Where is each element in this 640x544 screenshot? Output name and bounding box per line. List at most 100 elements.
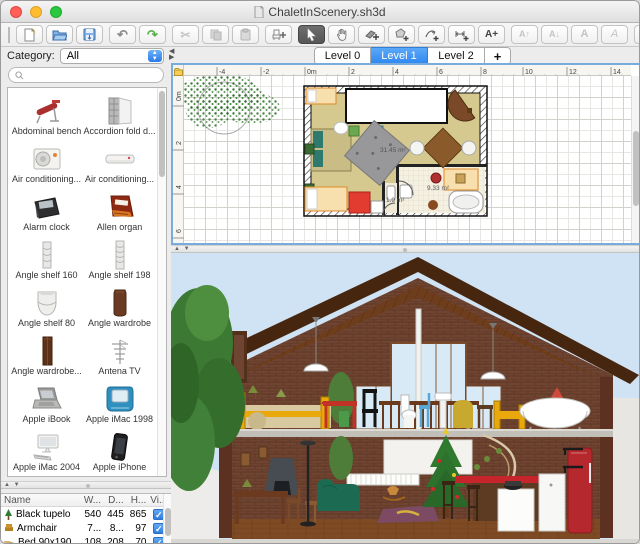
armchair-icon: [4, 523, 14, 533]
add-text-tool-button[interactable]: A+: [478, 25, 505, 44]
air-conditioner-indoor-icon: [103, 140, 137, 174]
zoom-in-button[interactable]: [634, 25, 640, 44]
open-plan-button[interactable]: [46, 25, 73, 44]
home-furniture-table[interactable]: Name W... D... H... Vi... Black tupelo 5…: [1, 493, 171, 543]
wc-area-label: 1.9 m²: [386, 197, 405, 204]
catalog-list[interactable]: Abdominal bench Accordion fold d... Air …: [7, 87, 167, 477]
catalog-item-angle-shelf-160[interactable]: Angle shelf 160: [10, 234, 83, 282]
svg-text:6: 6: [176, 229, 183, 233]
add-furniture-button[interactable]: [265, 25, 292, 44]
catalog-item-apple-ibook[interactable]: Apple iBook: [10, 378, 83, 426]
catalog-item-angle-wardrobe[interactable]: Angle wardrobe: [83, 282, 156, 330]
catalog-item-apple-imac-2004[interactable]: Apple iMac 2004: [10, 426, 83, 474]
svg-text:0m: 0m: [176, 91, 183, 101]
table-row[interactable]: Bed 90x190 108 208 70 ✓: [1, 535, 171, 544]
title-bar[interactable]: ChaletInScenery.sh3d: [1, 1, 639, 23]
angle-shelf-198-icon: [103, 236, 137, 270]
svg-text:2: 2: [351, 69, 355, 76]
main-toolbar: ↶ ↷ ✂ A+ A↑ A↓ A A: [1, 23, 639, 47]
svg-text:4: 4: [395, 69, 399, 76]
catalog-item-apple-imac-1998[interactable]: Apple iMac 1998: [83, 378, 156, 426]
splitter-arrows-icon[interactable]: ▲ ▼: [174, 246, 191, 252]
cut-button[interactable]: ✂: [172, 25, 199, 44]
antena-tv-icon: [103, 332, 137, 366]
col-name[interactable]: Name: [4, 495, 78, 506]
decrease-text-size-button[interactable]: A↓: [541, 25, 568, 44]
col-height[interactable]: H...: [124, 495, 147, 506]
room-area-label: 31.45 m²: [380, 147, 406, 154]
accordion-fold-door-icon: [103, 92, 137, 126]
bold-button[interactable]: A: [571, 25, 598, 44]
redo-button[interactable]: ↷: [139, 25, 166, 44]
select-tool-button[interactable]: [298, 25, 325, 44]
copy-button[interactable]: [202, 25, 229, 44]
search-icon: [15, 71, 24, 80]
svg-text:4: 4: [176, 185, 183, 189]
pan-tool-button[interactable]: [328, 25, 355, 44]
catalog-item-apple-iphone[interactable]: Apple iPhone: [83, 426, 156, 474]
undo-button[interactable]: ↶: [109, 25, 136, 44]
view-3d[interactable]: [171, 253, 639, 543]
catalog-item-angle-wardrobe-2[interactable]: Angle wardrobe...: [10, 330, 83, 378]
tree-icon: [4, 509, 13, 520]
plan-scrollbar[interactable]: [631, 76, 639, 243]
svg-text:0m: 0m: [307, 69, 317, 76]
catalog-item-air-conditioning-outdoor[interactable]: Air conditioning...: [10, 138, 83, 186]
plan-room[interactable]: 31.45 m² 9.33 m² 1.9 m²: [304, 86, 487, 216]
increase-text-size-button[interactable]: A↑: [511, 25, 538, 44]
catalog-item-allen-organ[interactable]: Allen organ: [83, 186, 156, 234]
plan-view[interactable]: -4-2 0m2 46 810 1214 0m 2 4 6: [171, 63, 640, 245]
catalog-scrollbar[interactable]: [157, 88, 166, 476]
plan-scrollbar-thumb[interactable]: [633, 131, 639, 206]
svg-text:12: 12: [569, 69, 577, 76]
create-rooms-tool-button[interactable]: [388, 25, 415, 44]
table-header[interactable]: Name W... D... H... Vi...: [1, 494, 171, 507]
ground-right: [611, 398, 640, 544]
catalog-item-abdominal-bench[interactable]: Abdominal bench: [10, 90, 83, 138]
catalog-scrollbar-thumb[interactable]: [159, 91, 165, 177]
angle-shelf-80-icon: [30, 284, 64, 318]
catalog-table-splitter[interactable]: ▲ ▼: [1, 481, 171, 489]
catalog-search-field[interactable]: [8, 67, 164, 83]
col-depth[interactable]: D...: [101, 495, 124, 506]
catalog-item-air-conditioning-indoor[interactable]: Air conditioning...: [83, 138, 156, 186]
splitter-collapse-icons[interactable]: ◀▶: [169, 49, 174, 61]
create-walls-tool-button[interactable]: [358, 25, 385, 44]
app-window: ChaletInScenery.sh3d ↶ ↷ ✂ A+ A↑ A↓ A A: [0, 0, 640, 544]
col-width[interactable]: W...: [78, 495, 101, 506]
table-row[interactable]: Armchair 7... 8... 97 ✓: [1, 521, 171, 535]
furniture-catalog-panel: Abdominal bench Accordion fold d... Air …: [1, 65, 171, 543]
create-dimensions-tool-button[interactable]: [448, 25, 475, 44]
new-plan-button[interactable]: [16, 25, 43, 44]
plan-bed[interactable]: [311, 122, 351, 171]
table-row[interactable]: Black tupelo 540 445 865 ✓: [1, 507, 171, 521]
catalog-item-angle-shelf-198[interactable]: Angle shelf 198: [83, 234, 156, 282]
angle-wardrobe-2-icon: [30, 332, 64, 366]
svg-text:2: 2: [176, 141, 183, 145]
splitter-knob-icon[interactable]: [403, 248, 407, 252]
splitter-arrows-icon[interactable]: ▲ ▼: [4, 482, 21, 488]
toolbar-grip[interactable]: [8, 27, 10, 43]
create-polylines-tool-button[interactable]: [418, 25, 445, 44]
category-select[interactable]: All ▲▼: [60, 48, 164, 64]
paste-button[interactable]: [232, 25, 259, 44]
catalog-item-antena-tv[interactable]: Antena TV: [83, 330, 156, 378]
alarm-clock-icon: [30, 188, 64, 222]
save-plan-button[interactable]: [76, 25, 103, 44]
air-conditioner-outdoor-icon: [30, 140, 64, 174]
splitter-knob-icon[interactable]: [86, 484, 90, 488]
catalog-item-angle-shelf-80[interactable]: Angle shelf 80: [10, 282, 83, 330]
catalog-item-alarm-clock[interactable]: Alarm clock: [10, 186, 83, 234]
svg-text:-4: -4: [219, 69, 225, 76]
plan-canvas[interactable]: 31.45 m² 9.33 m² 1.9 m²: [184, 76, 631, 243]
allen-organ-icon: [103, 188, 137, 222]
plan-3d-splitter[interactable]: ▲ ▼: [171, 245, 639, 253]
italic-button[interactable]: A: [601, 25, 628, 44]
table-scrollbar[interactable]: [163, 494, 171, 543]
window-title: ChaletInScenery.sh3d: [268, 5, 385, 19]
bathroom-area-label: 9.33 m²: [427, 185, 450, 192]
svg-text:-2: -2: [263, 69, 269, 76]
catalog-item-accordion-fold-door[interactable]: Accordion fold d...: [83, 90, 156, 138]
abdominal-bench-icon: [30, 92, 64, 126]
svg-text:6: 6: [439, 69, 443, 76]
